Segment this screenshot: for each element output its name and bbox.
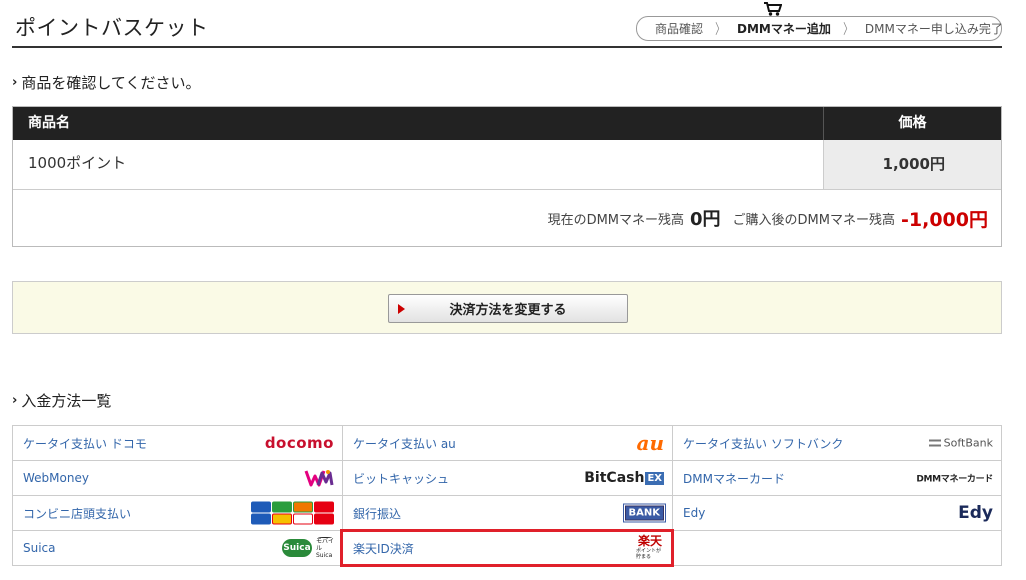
- payment-dmm-card[interactable]: DMMマネーカード DMMマネーカード: [672, 461, 1002, 495]
- balance-value: 0円: [690, 209, 721, 230]
- table-header: 商品名 価格: [13, 107, 1001, 140]
- after-balance-value: -1,000円: [901, 208, 988, 231]
- chevron-right-icon: ›: [12, 75, 18, 90]
- payment-empty-cell: [672, 531, 1002, 565]
- product-table: 商品名 価格 1000ポイント 1,000円 現在のDMMマネー残高 0円 ご購…: [12, 106, 1002, 247]
- page-header: ポイントバスケット 商品確認 〉 DMMマネー追加 〉 DMMマネー申し込み完了: [12, 0, 1003, 48]
- change-payment-label: 決済方法を変更する: [449, 303, 567, 318]
- payment-bitcash[interactable]: ビットキャッシュ BitCash EX: [342, 461, 672, 495]
- progress-steps: 商品確認 〉 DMMマネー追加 〉 DMMマネー申し込み完了: [636, 16, 1003, 41]
- payment-softbank[interactable]: ケータイ支払い ソフトバンク SoftBank: [672, 426, 1002, 460]
- softbank-logo-icon: SoftBank: [928, 437, 993, 450]
- payment-au[interactable]: ケータイ支払い au au: [342, 426, 672, 460]
- balance-summary: 現在のDMMマネー残高 0円 ご購入後のDMMマネー残高 -1,000円: [13, 190, 1001, 246]
- payment-label: Edy: [683, 506, 706, 520]
- payment-convenience-store[interactable]: コンビニ店頭支払い: [12, 496, 342, 530]
- payment-row: コンビニ店頭支払い 銀行振込 BANK Edy Edy: [12, 496, 1002, 531]
- cart-icon: [764, 2, 782, 16]
- payment-label: ケータイ支払い ソフトバンク: [683, 436, 844, 451]
- payment-label: WebMoney: [23, 471, 89, 485]
- step-add-money: DMMマネー追加: [737, 22, 831, 36]
- edy-logo-icon: Edy: [958, 503, 993, 523]
- methods-heading: › 入金方法一覧: [12, 390, 111, 411]
- chevron-right-icon: 〉: [842, 21, 853, 38]
- webmoney-logo-icon: [304, 468, 334, 488]
- chevron-right-icon: 〉: [715, 21, 725, 38]
- payment-method-grid: ケータイ支払い ドコモ docomo ケータイ支払い au au ケータイ支払い…: [12, 425, 1002, 567]
- confirm-heading: › 商品を確認してください。: [12, 72, 200, 93]
- payment-label: ビットキャッシュ: [353, 471, 450, 486]
- payment-suica[interactable]: Suica Suica モバイルSuica: [12, 531, 342, 565]
- balance-label: 現在のDMMマネー残高: [547, 212, 685, 228]
- play-icon: [398, 304, 405, 314]
- docomo-logo-icon: docomo: [264, 434, 334, 452]
- methods-heading-text: 入金方法一覧: [21, 392, 112, 410]
- after-balance-label: ご購入後のDMMマネー残高: [732, 212, 895, 228]
- change-payment-button[interactable]: 決済方法を変更する: [388, 294, 628, 323]
- payment-rakuten[interactable]: 楽天ID決済 楽天 ポイントが貯まる: [340, 529, 674, 567]
- au-logo-icon: au: [636, 431, 665, 455]
- step-complete: DMMマネー申し込み完了: [864, 22, 1003, 36]
- item-name: 1000ポイント: [13, 140, 824, 189]
- payment-label: Suica: [23, 541, 56, 555]
- bitcash-logo-icon: BitCash EX: [584, 470, 664, 486]
- payment-label: ケータイ支払い au: [353, 436, 456, 451]
- table-row: 1000ポイント 1,000円: [13, 140, 1001, 190]
- payment-edy[interactable]: Edy Edy: [672, 496, 1002, 530]
- confirm-heading-text: 商品を確認してください。: [21, 74, 201, 92]
- column-header-name: 商品名: [13, 107, 824, 140]
- payment-label: 楽天ID決済: [353, 541, 414, 556]
- bank-logo-icon: BANK: [622, 503, 667, 523]
- payment-label: 銀行振込: [353, 506, 402, 521]
- payment-docomo[interactable]: ケータイ支払い ドコモ docomo: [12, 426, 342, 460]
- change-payment-panel: 決済方法を変更する: [12, 281, 1002, 334]
- payment-bank-transfer[interactable]: 銀行振込 BANK: [342, 496, 672, 530]
- payment-row: Suica Suica モバイルSuica 楽天ID決済 楽天 ポイントが貯まる: [12, 529, 1002, 567]
- payment-row: WebMoney ビットキャッシュ BitCash EX DMMマネーカード DM…: [12, 461, 1002, 496]
- payment-label: コンビニ店頭支払い: [23, 506, 132, 521]
- convenience-stores-logo-icon: [251, 501, 334, 525]
- payment-label: ケータイ支払い ドコモ: [23, 436, 147, 451]
- payment-webmoney[interactable]: WebMoney: [12, 461, 342, 495]
- column-header-price: 価格: [898, 115, 927, 131]
- payment-label: DMMマネーカード: [683, 471, 785, 486]
- suica-logo-icon: Suica モバイルSuica: [282, 537, 335, 559]
- item-price: 1,000円: [824, 140, 1001, 189]
- chevron-right-icon: ›: [12, 393, 18, 408]
- dmm-card-logo-icon: DMMマネーカード: [916, 474, 993, 485]
- step-confirm: 商品確認: [655, 22, 704, 36]
- rakuten-logo-icon: 楽天 ポイントが貯まる: [636, 534, 662, 560]
- payment-row: ケータイ支払い ドコモ docomo ケータイ支払い au au ケータイ支払い…: [12, 426, 1002, 461]
- page-title: ポイントバスケット: [15, 16, 209, 40]
